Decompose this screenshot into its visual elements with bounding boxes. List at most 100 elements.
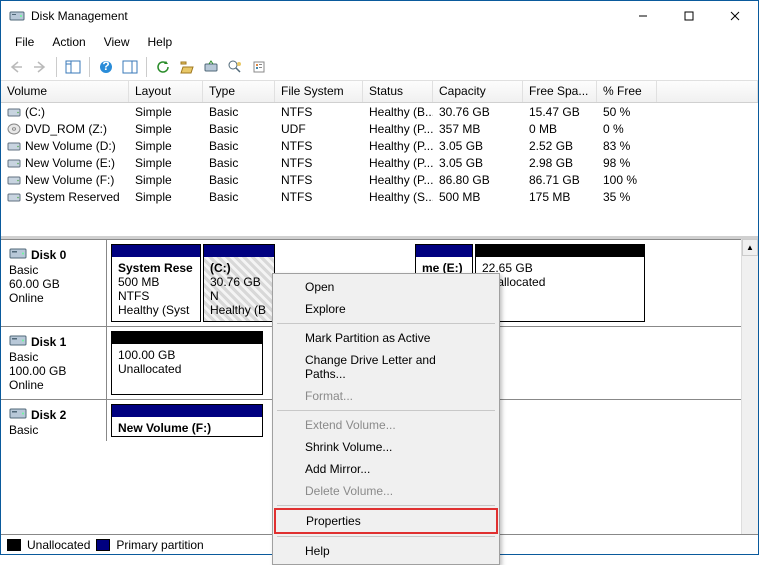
toolbar: ? [1,53,758,81]
legend-primary: Primary partition [116,538,203,552]
volume-row[interactable]: New Volume (F:)SimpleBasicNTFSHealthy (P… [1,171,758,188]
volume-row[interactable]: DVD_ROM (Z:)SimpleBasicUDFHealthy (P...3… [1,120,758,137]
volume-name: (C:) [25,105,45,119]
col-capacity[interactable]: Capacity [433,81,523,102]
partition-line2: 30.76 GB N [210,275,268,303]
col-fs[interactable]: File System [275,81,363,102]
col-spacer [657,81,758,102]
drive-icon [7,123,21,135]
ctx-mark-active[interactable]: Mark Partition as Active [275,327,497,349]
drive-icon [7,191,21,203]
minimize-button[interactable] [620,1,666,31]
partition[interactable]: 100.00 GBUnallocated [111,331,263,395]
partition-line3: Unallocated [118,362,256,376]
partition-title: New Volume (F:) [118,421,256,435]
context-menu: Open Explore Mark Partition as Active Ch… [272,273,500,565]
drive-icon [7,174,21,186]
volume-name: System Reserved [25,190,120,204]
list-header: Volume Layout Type File System Status Ca… [1,81,758,103]
back-button[interactable] [5,56,27,78]
volume-name: New Volume (F:) [25,173,114,187]
show-hide-console-tree-button[interactable] [62,56,84,78]
volume-name: DVD_ROM (Z:) [25,122,107,136]
menu-file[interactable]: File [7,33,42,51]
partition-title: System Rese [118,261,194,275]
find-icon[interactable] [224,56,246,78]
disk-size: 60.00 GB [9,277,98,291]
help-button[interactable]: ? [95,56,117,78]
partition[interactable]: System Rese500 MB NTFSHealthy (Syst [111,244,201,322]
ctx-add-mirror[interactable]: Add Mirror... [275,458,497,480]
partition-line2: 100.00 GB [118,348,256,362]
partition-line2: 22.65 GB [482,261,638,275]
window-title: Disk Management [31,9,620,23]
disk-name: Disk 0 [31,248,66,262]
disk-status: Online [9,291,98,305]
disk-type: Basic [9,350,98,364]
col-volume[interactable]: Volume [1,81,129,102]
partition[interactable]: (C:)30.76 GB NHealthy (B [203,244,275,322]
properties-icon[interactable] [248,56,270,78]
ctx-delete[interactable]: Delete Volume... [275,480,497,502]
partition-title: (C:) [210,261,268,275]
disk-info[interactable]: Disk 0Basic60.00 GBOnline [1,240,107,326]
disk-type: Basic [9,263,98,277]
volume-row[interactable]: (C:)SimpleBasicNTFSHealthy (B...30.76 GB… [1,103,758,120]
ctx-properties[interactable]: Properties [274,508,498,534]
legend-swatch-primary [96,539,110,551]
partition-line3: Healthy (Syst [118,303,194,317]
col-layout[interactable]: Layout [129,81,203,102]
col-type[interactable]: Type [203,81,275,102]
app-icon [9,8,25,24]
volume-row[interactable]: New Volume (E:)SimpleBasicNTFSHealthy (P… [1,154,758,171]
disk-icon [9,406,27,423]
drive-icon [7,106,21,118]
scrollbar[interactable]: ▲ [741,239,758,534]
disk-status: Online [9,378,98,392]
disk-info[interactable]: Disk 1Basic100.00 GBOnline [1,327,107,399]
maximize-button[interactable] [666,1,712,31]
menu-help[interactable]: Help [140,33,181,51]
ctx-format[interactable]: Format... [275,385,497,407]
disk-type: Basic [9,423,98,437]
ctx-change-letter[interactable]: Change Drive Letter and Paths... [275,349,497,385]
svg-text:?: ? [102,60,109,73]
disk-name: Disk 1 [31,335,66,349]
close-button[interactable] [712,1,758,31]
menu-action[interactable]: Action [44,33,93,51]
forward-button[interactable] [29,56,51,78]
partition[interactable]: 22.65 GBUnallocated [475,244,645,322]
volume-row[interactable]: System ReservedSimpleBasicNTFSHealthy (S… [1,188,758,205]
settings-icon[interactable] [200,56,222,78]
disk-info[interactable]: Disk 2Basic [1,400,107,441]
show-hide-action-pane-button[interactable] [119,56,141,78]
volume-name: New Volume (E:) [25,156,115,170]
disk-management-window: Disk Management File Action View Help ? … [0,0,759,555]
refresh-button[interactable] [152,56,174,78]
ctx-open[interactable]: Open [275,276,497,298]
disk-icon [9,333,27,350]
drive-icon [7,157,21,169]
menu-view[interactable]: View [96,33,138,51]
volume-list: Volume Layout Type File System Status Ca… [1,81,758,239]
disk-size: 100.00 GB [9,364,98,378]
volume-row[interactable]: New Volume (D:)SimpleBasicNTFSHealthy (P… [1,137,758,154]
ctx-help[interactable]: Help [275,540,497,562]
ctx-shrink[interactable]: Shrink Volume... [275,436,497,458]
drive-icon [7,140,21,152]
col-pctfree[interactable]: % Free [597,81,657,102]
disk-icon [9,246,27,263]
legend-unallocated: Unallocated [27,538,90,552]
ctx-explore[interactable]: Explore [275,298,497,320]
menubar: File Action View Help [1,31,758,53]
scroll-up-button[interactable]: ▲ [742,239,758,256]
partition-line3: Healthy (B [210,303,268,317]
rescan-disks-icon[interactable] [176,56,198,78]
disk-name: Disk 2 [31,408,66,422]
col-status[interactable]: Status [363,81,433,102]
ctx-extend[interactable]: Extend Volume... [275,414,497,436]
legend-swatch-unallocated [7,539,21,551]
col-free[interactable]: Free Spa... [523,81,597,102]
volume-name: New Volume (D:) [25,139,116,153]
partition[interactable]: New Volume (F:) [111,404,263,437]
